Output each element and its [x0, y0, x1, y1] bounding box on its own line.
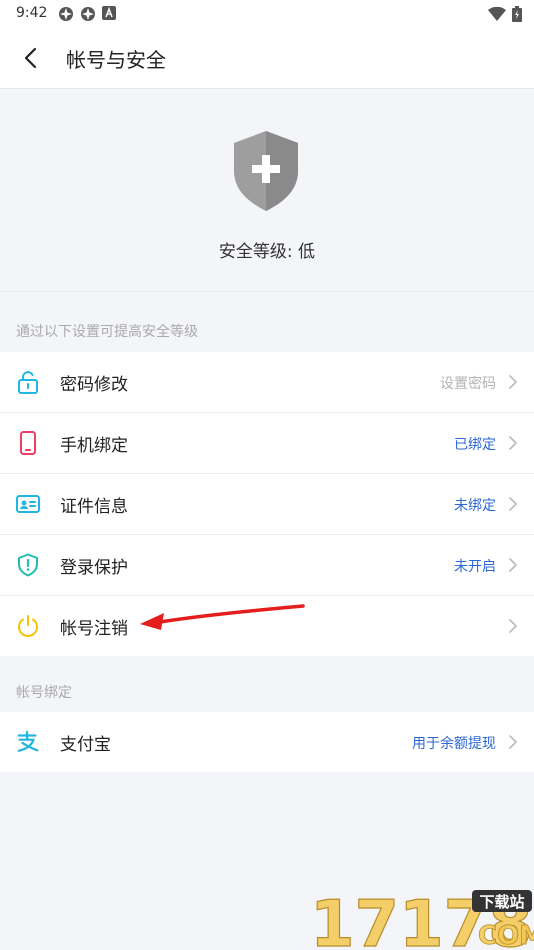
- id-info-row[interactable]: 证件信息 未绑定: [0, 474, 534, 535]
- phone-binding-row[interactable]: 手机绑定 已绑定: [0, 413, 534, 474]
- status-notification-icons: [58, 6, 116, 22]
- alipay-icon: [17, 730, 39, 752]
- battery-icon: [512, 6, 522, 22]
- chevron-left-icon: [24, 47, 37, 69]
- status-bar: 9:42: [0, 0, 534, 28]
- chevron-right-icon: [509, 619, 517, 633]
- row-status: 设置密码: [440, 376, 496, 392]
- alipay-row[interactable]: 支付宝 用于余额提现: [0, 712, 534, 772]
- back-button[interactable]: [14, 44, 46, 72]
- row-status: 未绑定: [454, 498, 496, 514]
- row-status: 未开启: [454, 559, 496, 575]
- login-protection-row[interactable]: 登录保护 未开启: [0, 535, 534, 596]
- unlock-icon: [18, 371, 38, 394]
- row-label: 手机绑定: [60, 436, 128, 456]
- power-icon: [18, 615, 38, 637]
- security-hero: 安全等级: 低: [0, 89, 534, 291]
- chevron-right-icon: [509, 735, 517, 749]
- page-title: 帐号与安全: [66, 48, 166, 72]
- status-time: 9:42: [16, 5, 48, 21]
- shield-exclamation-icon: [18, 553, 38, 577]
- chevron-right-icon: [509, 375, 517, 389]
- red-arrow-annotation: [140, 604, 305, 630]
- chevron-right-icon: [509, 436, 517, 450]
- chevron-right-icon: [509, 497, 517, 511]
- font-notification-icon: [102, 6, 116, 20]
- navigation-bar: 帐号与安全: [0, 28, 534, 89]
- id-card-icon: [16, 495, 40, 513]
- watermark-domain: COM: [478, 921, 534, 950]
- hero-divider: [0, 291, 534, 292]
- password-change-row[interactable]: 密码修改 设置密码: [0, 352, 534, 413]
- app-notification-icon: [59, 7, 73, 21]
- security-section-header: 通过以下设置可提高安全等级: [16, 324, 198, 340]
- binding-list: 支付宝 用于余额提现: [0, 712, 534, 772]
- row-status: 用于余额提现: [412, 736, 496, 752]
- row-status: 已绑定: [454, 437, 496, 453]
- row-label: 帐号注销: [60, 619, 128, 639]
- wifi-icon: [488, 7, 506, 21]
- row-label: 密码修改: [60, 375, 128, 395]
- shield-plus-icon: [234, 131, 298, 211]
- status-system-icons: [488, 6, 522, 22]
- row-label: 支付宝: [60, 735, 111, 755]
- row-label: 证件信息: [60, 497, 128, 517]
- phone-icon: [20, 431, 36, 455]
- row-label: 登录保护: [60, 558, 128, 578]
- app-notification-icon: [81, 7, 95, 21]
- chevron-right-icon: [509, 558, 517, 572]
- watermark-logo: 17178 下载站 COM: [309, 887, 534, 950]
- watermark-badge: 下载站: [479, 893, 524, 911]
- binding-section-header: 帐号绑定: [16, 685, 72, 701]
- security-level-text: 安全等级: 低: [218, 242, 316, 262]
